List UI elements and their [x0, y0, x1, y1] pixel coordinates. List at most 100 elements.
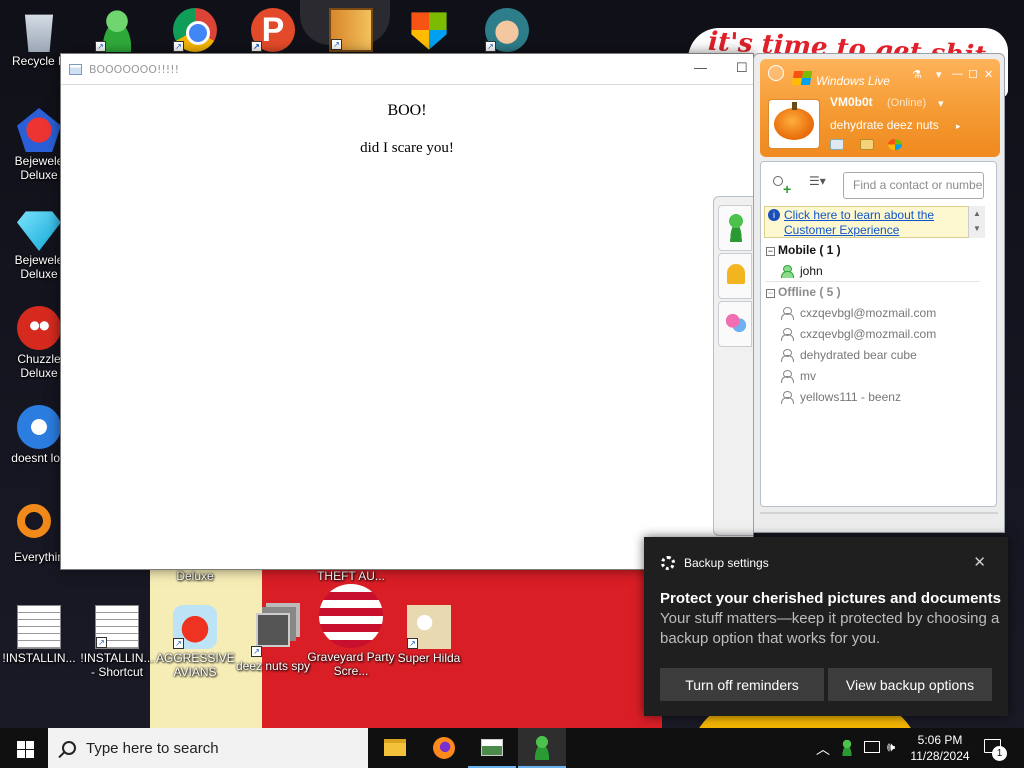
alerts-tab[interactable]	[718, 253, 752, 299]
maximize-button[interactable]: ☐	[968, 68, 978, 81]
turn-off-reminders-button[interactable]: Turn off reminders	[660, 668, 824, 701]
gear-icon	[661, 556, 675, 570]
desktop-icon-deluxe-peek[interactable]: Deluxe	[156, 569, 234, 583]
customer-experience-link[interactable]: i Click here to learn about the Customer…	[764, 206, 985, 238]
desktop-icon-label: AGGRESSIVE AVIANS	[156, 651, 235, 679]
user-status[interactable]: (Online)	[887, 97, 926, 109]
minimize-button[interactable]: —	[952, 68, 963, 80]
boo-window-titlebar[interactable]: BOOOOOOO!!!!! — ☐	[61, 54, 753, 85]
contact-item[interactable]: yellows111 - beenz	[781, 390, 901, 404]
desktop-icon-install1[interactable]: !INSTALLIN...	[0, 605, 78, 665]
messenger-header: Windows Live ⚗ ▾ — ☐ ✕ VM0b0t (Online) ▾…	[760, 59, 1000, 157]
contact-item[interactable]: dehydrated bear cube	[781, 348, 917, 362]
personal-message[interactable]: dehydrate deez nuts	[830, 118, 939, 132]
offline-buddy-icon	[781, 349, 794, 362]
contacts-tab[interactable]	[718, 205, 752, 251]
desktop-icon-label: Bejewele Deluxe	[14, 154, 64, 182]
personal-message-arrow-icon[interactable]: ▸	[956, 121, 961, 132]
contact-name: yellows111 - beenz	[800, 390, 901, 404]
messenger-logo-icon	[768, 65, 784, 81]
desktop-icon-p-app[interactable]: P ↗	[234, 8, 312, 54]
view-backup-options-button[interactable]: View backup options	[828, 668, 992, 701]
live-services-icon[interactable]	[888, 139, 902, 150]
offline-buddy-icon	[781, 391, 794, 404]
collapse-icon[interactable]: −	[766, 289, 775, 298]
taskbar-boo-app[interactable]	[468, 728, 516, 768]
clock-date: 11/28/2024	[910, 749, 970, 763]
desktop-icon-label: Bejewele Deluxe	[14, 253, 64, 281]
desktop-icon-windows-shield[interactable]	[390, 8, 468, 54]
thunderbird-icon	[17, 405, 61, 449]
add-contact-button[interactable]: +	[771, 174, 793, 196]
angry-bird-icon: ↗	[173, 605, 217, 649]
group-header-mobile[interactable]: − Mobile ( 1 )	[766, 243, 841, 257]
menu-chevron-icon[interactable]: ▾	[936, 68, 942, 81]
plus-icon: +	[783, 181, 792, 197]
start-button[interactable]	[0, 728, 48, 768]
contact-name: cxzqevbgl@mozmail.com	[800, 327, 937, 341]
contact-search-input[interactable]: Find a contact or number...	[843, 172, 984, 199]
contact-list-panel: + ☰▾ Find a contact or number... i Click…	[760, 161, 997, 507]
info-link-text[interactable]: Click here to learn about the Customer E…	[784, 208, 934, 237]
social-tab[interactable]	[718, 301, 752, 347]
notification-count-badge: 1	[992, 746, 1007, 761]
paint-bucket-icon[interactable]: ⚗	[912, 68, 922, 81]
boo-window[interactable]: BOOOOOOO!!!!! — ☐ BOO! did I scare you!	[60, 53, 754, 570]
status-dropdown-icon[interactable]: ▾	[938, 97, 944, 110]
close-button[interactable]: ✕	[973, 553, 986, 571]
desktop-icon-label: Graveyard Party Scre...	[307, 650, 395, 678]
volume-icon[interactable]: 🕪	[887, 739, 895, 768]
desktop-icon-label: Everythin	[13, 550, 65, 564]
desktop-icon-graveyard[interactable]: Graveyard Party Scre...	[301, 584, 401, 678]
email-icon[interactable]	[830, 139, 844, 150]
network-icon[interactable]	[864, 741, 880, 753]
desktop-icon-character-game[interactable]: ↗	[468, 8, 546, 54]
contact-item[interactable]: mv	[781, 369, 816, 383]
divider	[760, 512, 998, 514]
desktop-icon-label: Recycle B	[11, 54, 67, 68]
group-header-offline[interactable]: − Offline ( 5 )	[766, 285, 841, 299]
messenger-tray-icon[interactable]	[840, 740, 854, 756]
messenger-window[interactable]: Windows Live ⚗ ▾ — ☐ ✕ VM0b0t (Online) ▾…	[753, 53, 1005, 533]
desktop-icon-super-hilda[interactable]: ↗ Super Hilda	[390, 605, 468, 665]
bejeweled-icon	[17, 211, 61, 251]
windows-shield-icon	[411, 12, 447, 50]
collapse-icon[interactable]: −	[766, 247, 775, 256]
taskbar-search-box[interactable]: Type here to search	[48, 728, 368, 768]
user-display-name[interactable]: VM0b0t	[830, 95, 873, 109]
backup-notification[interactable]: Backup settings ✕ Protect your cherished…	[644, 537, 1008, 716]
display-picture[interactable]	[768, 99, 820, 149]
desktop-icon-door-app[interactable]: ↗	[312, 8, 390, 54]
desktop-icon-label: !INSTALLIN... - Shortcut	[80, 651, 154, 679]
windows-flag-icon	[791, 71, 813, 85]
info-scrollbar[interactable]: ▲ ▼	[968, 206, 985, 238]
desktop-icon-label: Chuzzle Deluxe	[17, 352, 61, 380]
chrome-icon: ↗	[173, 8, 217, 52]
contact-name: john	[800, 264, 823, 278]
folder-icon[interactable]	[860, 139, 874, 150]
contact-item[interactable]: cxzqevbgl@mozmail.com	[781, 327, 936, 341]
taskbar-clock[interactable]: 5:06 PM 11/28/2024	[906, 732, 974, 764]
desktop-icon-theft-peek[interactable]: THEFT AU...	[312, 569, 390, 583]
taskbar-firefox[interactable]	[420, 728, 468, 768]
firefox-icon	[433, 737, 455, 759]
list-options-button[interactable]: ☰▾	[809, 174, 826, 188]
show-hidden-icons-button[interactable]: ︿	[816, 739, 830, 768]
contact-item[interactable]: cxzqevbgl@mozmail.com	[781, 306, 936, 320]
contact-item[interactable]: john	[781, 264, 823, 278]
minimize-button[interactable]: —	[694, 60, 707, 75]
shortcut-arrow-icon: ↗	[96, 637, 107, 648]
contact-name: dehydrated bear cube	[800, 348, 917, 362]
person-icon	[773, 176, 783, 186]
taskbar-file-explorer[interactable]	[372, 728, 420, 768]
notification-app-name: Backup settings	[684, 556, 769, 570]
desktop-icon-aggressive-avians[interactable]: ↗ AGGRESSIVE AVIANS	[156, 605, 235, 679]
chuzzle-icon	[17, 306, 61, 350]
desktop-icon-chrome[interactable]: ↗	[156, 8, 234, 54]
desktop-icon-install2[interactable]: ↗ !INSTALLIN... - Shortcut	[78, 605, 156, 679]
contact-name: cxzqevbgl@mozmail.com	[800, 306, 937, 320]
desktop-icon-messenger[interactable]: ↗	[78, 8, 156, 54]
maximize-button[interactable]: ☐	[736, 60, 748, 76]
taskbar-messenger[interactable]	[518, 728, 566, 768]
close-button[interactable]: ✕	[984, 68, 993, 81]
